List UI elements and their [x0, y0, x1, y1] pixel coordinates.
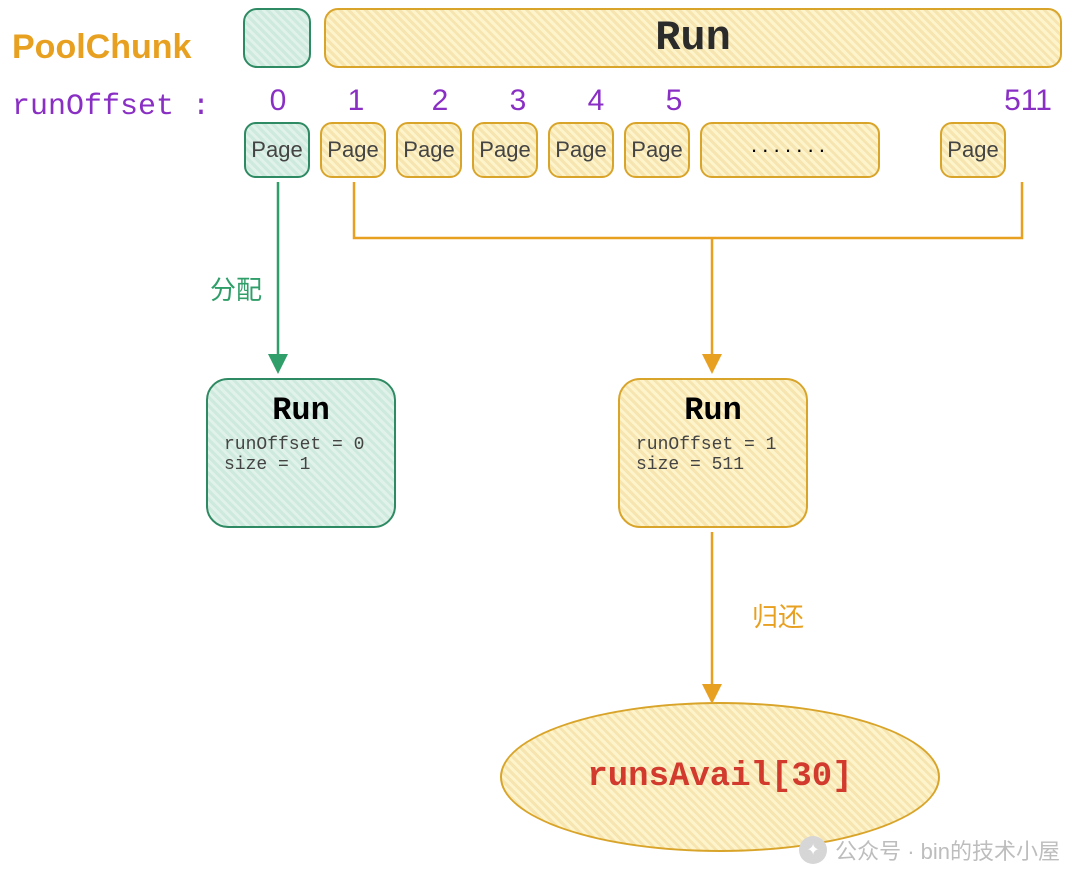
runsavail-ellipse: runsAvail[30]	[500, 702, 940, 852]
run-left-line1: runOffset = 0	[224, 435, 364, 455]
allocate-label: 分配	[210, 270, 262, 307]
page-0: Page	[244, 122, 310, 178]
run-right-line1: runOffset = 1	[636, 435, 776, 455]
run-right-line2: size = 511	[636, 455, 744, 475]
runsavail-text: runsAvail[30]	[587, 758, 852, 796]
page-2: Page	[396, 122, 462, 178]
runoffset-label: runOffset :	[12, 90, 210, 124]
page-4: Page	[548, 122, 614, 178]
page-1: Page	[320, 122, 386, 178]
poolchunk-label: PoolChunk	[12, 28, 191, 67]
run-bar-text: Run	[655, 14, 731, 62]
watermark: ✦ 公众号 · bin的技术小屋	[799, 834, 1060, 866]
offset-3: 3	[498, 84, 538, 118]
run-box-left: Run runOffset = 0 size = 1	[206, 378, 396, 528]
pages-row: Page Page Page Page Page Page ······· Pa…	[244, 122, 1006, 178]
page-3: Page	[472, 122, 538, 178]
run-box-right: Run runOffset = 1 size = 511	[618, 378, 808, 528]
run-bar: Run	[324, 8, 1062, 68]
page-5: Page	[624, 122, 690, 178]
watermark-text: 公众号 · bin的技术小屋	[835, 834, 1060, 866]
page-dots: ·······	[700, 122, 880, 178]
run-right-title: Run	[684, 392, 742, 429]
offset-511: 511	[998, 84, 1058, 118]
return-label: 归还	[752, 597, 804, 634]
wechat-icon: ✦	[799, 836, 827, 864]
run-left-line2: size = 1	[224, 455, 310, 475]
poolchunk-head-box	[243, 8, 311, 68]
offset-1: 1	[336, 84, 376, 118]
offset-0: 0	[258, 84, 298, 118]
offset-2: 2	[420, 84, 460, 118]
run-left-title: Run	[272, 392, 330, 429]
page-511: Page	[940, 122, 1006, 178]
offset-5: 5	[654, 84, 694, 118]
offset-4: 4	[576, 84, 616, 118]
